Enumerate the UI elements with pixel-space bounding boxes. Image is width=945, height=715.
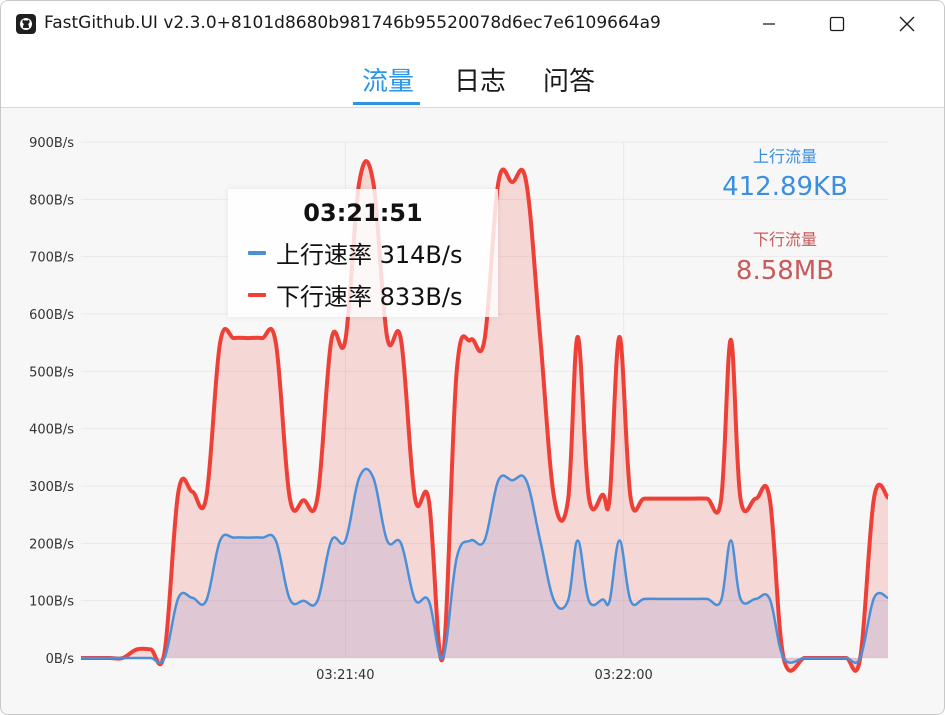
tab-traffic[interactable]: 流量 xyxy=(362,61,414,98)
y-tick-label: 500B/s xyxy=(29,365,74,380)
x-tick-label: 03:21:40 xyxy=(316,668,374,683)
y-tick-label: 800B/s xyxy=(29,193,74,208)
y-tick-label: 900B/s xyxy=(29,136,74,151)
window-title: FastGithub.UI v2.3.0+8101d8680b981746b95… xyxy=(44,13,661,33)
title-bar[interactable]: FastGithub.UI v2.3.0+8101d8680b981746b95… xyxy=(1,1,944,47)
upload-total-label: 上行流量 xyxy=(752,147,817,166)
chart-tooltip: 03:21:51 上行速率 314B/s 下行速率 833B/s xyxy=(228,189,498,317)
y-tick-label: 100B/s xyxy=(29,595,74,610)
tooltip-time: 03:21:51 xyxy=(303,199,423,227)
x-tick-label: 03:22:00 xyxy=(594,668,652,683)
close-icon xyxy=(899,16,915,32)
download-legend-swatch xyxy=(248,292,266,297)
y-tick-label: 200B/s xyxy=(29,537,74,552)
tooltip-upload-text: 上行速率 314B/s xyxy=(276,241,463,269)
github-icon xyxy=(16,14,36,34)
y-tick-label: 300B/s xyxy=(29,480,74,495)
y-tick-label: 0B/s xyxy=(46,652,75,667)
tab-faq[interactable]: 问答 xyxy=(543,61,595,98)
tooltip-download-row: 下行速率 833B/s xyxy=(248,277,463,312)
y-tick-label: 700B/s xyxy=(29,251,74,266)
minimize-button[interactable] xyxy=(734,1,804,47)
minimize-icon xyxy=(763,23,775,25)
close-button[interactable] xyxy=(872,1,942,47)
y-tick-label: 600B/s xyxy=(29,308,74,323)
upload-total-value: 412.89KB xyxy=(722,172,848,202)
download-total-label: 下行流量 xyxy=(752,230,817,249)
maximize-button[interactable] xyxy=(802,1,872,47)
tab-bar: 流量 日志 问答 xyxy=(1,47,944,108)
active-tab-indicator xyxy=(353,102,420,105)
tooltip-download-text: 下行速率 833B/s xyxy=(276,283,463,311)
upload-legend-swatch xyxy=(248,250,266,255)
tab-logs[interactable]: 日志 xyxy=(454,61,506,98)
tooltip-upload-row: 上行速率 314B/s xyxy=(248,235,463,270)
y-tick-label: 400B/s xyxy=(29,423,74,438)
download-total-value: 8.58MB xyxy=(735,256,835,286)
maximize-icon xyxy=(829,16,845,32)
app-window: FastGithub.UI v2.3.0+8101d8680b981746b95… xyxy=(0,0,945,715)
